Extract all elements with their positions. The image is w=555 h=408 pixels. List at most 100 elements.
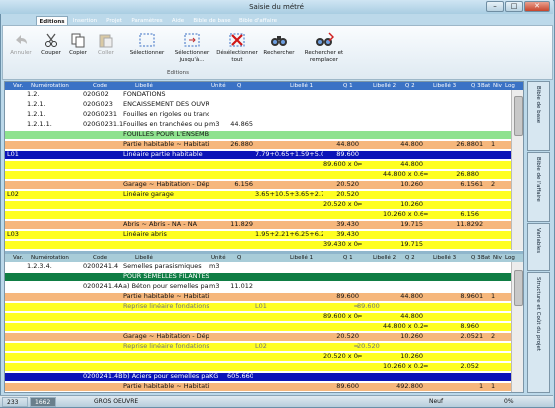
cell-libelle2[interactable]: = <box>357 313 383 321</box>
cell-code[interactable]: 0200241.4A <box>83 283 123 291</box>
cell-q[interactable]: 11.012 <box>227 283 253 291</box>
cell-q2[interactable]: 10.260 <box>383 181 423 189</box>
cell-numerotation[interactable]: 1.2.1.1. <box>27 121 83 129</box>
cell-unite[interactable]: KG <box>209 373 227 381</box>
side-tab-variables[interactable]: Variables <box>527 223 550 271</box>
cell-libelle1[interactable]: 1.95+2.21+6.25+6.25+2= <box>255 231 323 239</box>
cell-code[interactable]: 020G0231 <box>83 111 123 119</box>
cell-q2[interactable]: 19.715 <box>383 241 423 249</box>
cell-q[interactable]: 26.880 <box>227 141 253 149</box>
table-row[interactable]: 1.2. 020G02 FONDATIONS <box>5 91 511 99</box>
search-button[interactable]: Rechercher <box>261 32 297 57</box>
cell-libelle1[interactable]: L01 <box>255 303 323 311</box>
table-row[interactable]: 89.600 x 0.50=44.800 <box>5 313 511 321</box>
cell-bat[interactable]: 1 <box>479 141 491 149</box>
cell-q[interactable]: 6.156 <box>227 181 253 189</box>
cell-bat[interactable]: 1 <box>479 181 491 189</box>
cell-libelle2[interactable]: = <box>357 241 383 249</box>
table-row[interactable]: 44.800 x 0.60=26.880 <box>5 171 511 179</box>
cell-q2[interactable]: 10.260 <box>383 353 423 361</box>
select-until-button[interactable]: Sélectionner jusqu'à... <box>169 32 215 63</box>
paste-button[interactable]: Coller <box>93 32 119 57</box>
cell-libelle[interactable]: Linéaire partie habitable <box>123 151 209 159</box>
table-row[interactable]: 10.260 x 0.60=6.156 <box>5 211 511 219</box>
table-row[interactable]: Garage ~ Habitation - Dépendar 20.520 10.2… <box>5 333 511 341</box>
undo-button[interactable]: Annuler <box>7 32 35 57</box>
cell-libelle2[interactable]: 20.520 <box>357 343 383 351</box>
cell-code[interactable]: 020G0231.1 <box>83 121 123 129</box>
table-row[interactable]: 44.800 x 0.20=8.960 <box>5 323 511 331</box>
cell-q3[interactable]: 6.156 <box>449 181 479 189</box>
cell-bat[interactable]: 1 <box>479 333 491 341</box>
table-row[interactable]: POUR SEMELLES FILANTES HABI <box>5 273 511 281</box>
side-tab-bible-base[interactable]: Bible de base <box>527 81 550 151</box>
cell-bat[interactable]: 2 <box>479 221 491 229</box>
cell-niv[interactable]: 2 <box>491 333 503 341</box>
cell-libelle[interactable]: Partie habitable ~ Habitation - P <box>123 293 209 301</box>
table-row[interactable]: 0200241.4Aa) Béton pour semelles parasis… <box>5 283 511 291</box>
cell-libelle[interactable]: Linéaire garage <box>123 191 209 199</box>
cell-libelle[interactable]: FOUILLES POUR L'ENSEMBLE DES ! <box>123 131 209 139</box>
cell-libelle[interactable]: FONDATIONS <box>123 91 209 99</box>
cell-q2[interactable]: 10.260 x 0.60 <box>383 211 423 219</box>
cell-q1[interactable]: 89.600 <box>323 383 359 391</box>
cell-libelle[interactable]: Fouilles en tranchées ou ponctuelle <box>123 121 209 129</box>
cell-unite[interactable]: m3 <box>209 283 227 291</box>
table-row[interactable]: 20.520 x 0.50=10.260 <box>5 201 511 209</box>
search-replace-button[interactable]: Rechercher et remplacer <box>301 32 347 63</box>
cell-libelle3[interactable]: = <box>423 363 449 371</box>
cell-q1[interactable]: 39.430 <box>323 221 359 229</box>
cell-q1[interactable]: 89.600 x 0.50 <box>323 313 359 321</box>
cell-libelle[interactable]: Fouilles en rigoles ou tranchées <box>123 111 209 119</box>
cell-libelle3[interactable]: = <box>423 323 449 331</box>
cell-q2[interactable]: 10.260 x 0.20 <box>383 363 423 371</box>
cell-var[interactable]: L02 <box>7 191 27 199</box>
cell-q2[interactable]: 44.800 x 0.60 <box>383 171 423 179</box>
cell-q1[interactable]: 20.520 x 0.50 <box>323 353 359 361</box>
cell-code[interactable]: 020G023 <box>83 101 123 109</box>
cell-libelle2[interactable]: = <box>357 161 383 169</box>
minimize-button[interactable]: – <box>486 1 504 12</box>
table-row[interactable]: Reprise linéaire fondations parti L01=89.… <box>5 303 511 311</box>
cell-libelle1[interactable]: 3.65+10.5+3.65+2.72 = <box>255 191 323 199</box>
cell-q[interactable]: 11.829 <box>227 221 253 229</box>
cell-q3[interactable]: 6.156 <box>449 211 479 219</box>
cell-libelle2[interactable]: 89.600 <box>357 303 383 311</box>
table-row[interactable]: Partie habitable ~ Habitation - P 89.600 4… <box>5 293 511 301</box>
table-row[interactable]: L03 Linéaire abris 1.95+2.21+6.25+6.25+2=3… <box>5 231 511 239</box>
table-row[interactable]: 1.2.1.020G023ENCAISSEMENT DES OUVRAGES <box>5 101 511 109</box>
table-row[interactable]: 10.260 x 0.20=2.052 <box>5 363 511 371</box>
side-tab-bible-affaire[interactable]: Bible de l'affaire <box>527 152 550 222</box>
cell-libelle[interactable]: ENCAISSEMENT DES OUVRAGES <box>123 101 209 109</box>
cell-q1[interactable]: 20.520 x 0.50 <box>323 201 359 209</box>
copy-button[interactable]: Copier <box>65 32 91 57</box>
cell-q1[interactable]: 20.520 <box>323 191 359 199</box>
cell-q2[interactable]: 44.800 <box>383 141 423 149</box>
cell-libelle[interactable]: Semelles parasismiques <box>123 263 209 271</box>
cell-q1[interactable]: 89.600 x 0.50 <box>323 161 359 169</box>
maximize-button[interactable]: □ <box>505 1 523 12</box>
cell-bat[interactable]: 1 <box>479 293 491 301</box>
cell-q2[interactable]: 44.800 <box>383 313 423 321</box>
close-button[interactable]: ✕ <box>524 1 550 12</box>
cell-q3[interactable]: 26.880 <box>449 171 479 179</box>
cell-q1[interactable]: = <box>323 343 359 351</box>
cell-niv[interactable]: 1 <box>491 141 503 149</box>
table-row[interactable]: L01 Linéaire partie habitable 7.79+0.65+1.… <box>5 151 511 159</box>
bottom-scroll-thumb[interactable] <box>514 270 523 306</box>
cell-libelle[interactable]: b) Aciers pour semelles parasism <box>123 373 209 381</box>
table-row[interactable]: Partie habitable ~ Habitation - P 89.600 4… <box>5 383 511 391</box>
cell-q[interactable]: 44.865 <box>227 121 253 129</box>
cell-q2[interactable]: 19.715 <box>383 221 423 229</box>
cell-code[interactable]: 0200241.4B <box>83 373 123 381</box>
cell-q1[interactable]: = <box>323 303 359 311</box>
cell-var[interactable]: L03 <box>7 231 27 239</box>
table-row[interactable]: 1.2.1. 020G0231 Fouilles en rigoles ou tra… <box>5 111 511 119</box>
table-row[interactable]: 89.600 x 0.50=44.800 <box>5 161 511 169</box>
cell-libelle[interactable]: POUR SEMELLES FILANTES HABI <box>123 273 209 281</box>
cell-libelle1[interactable]: 7.79+0.65+1.59+5.04+1= <box>255 151 323 159</box>
table-row[interactable]: 1.2.1.1. 020G0231.1 Fouilles en tranchées … <box>5 121 511 129</box>
cell-q3[interactable]: 8.960 <box>449 323 479 331</box>
cell-q1[interactable]: 89.600 <box>323 293 359 301</box>
cell-libelle[interactable]: Partie habitable ~ Habitation - Par <box>123 141 209 149</box>
